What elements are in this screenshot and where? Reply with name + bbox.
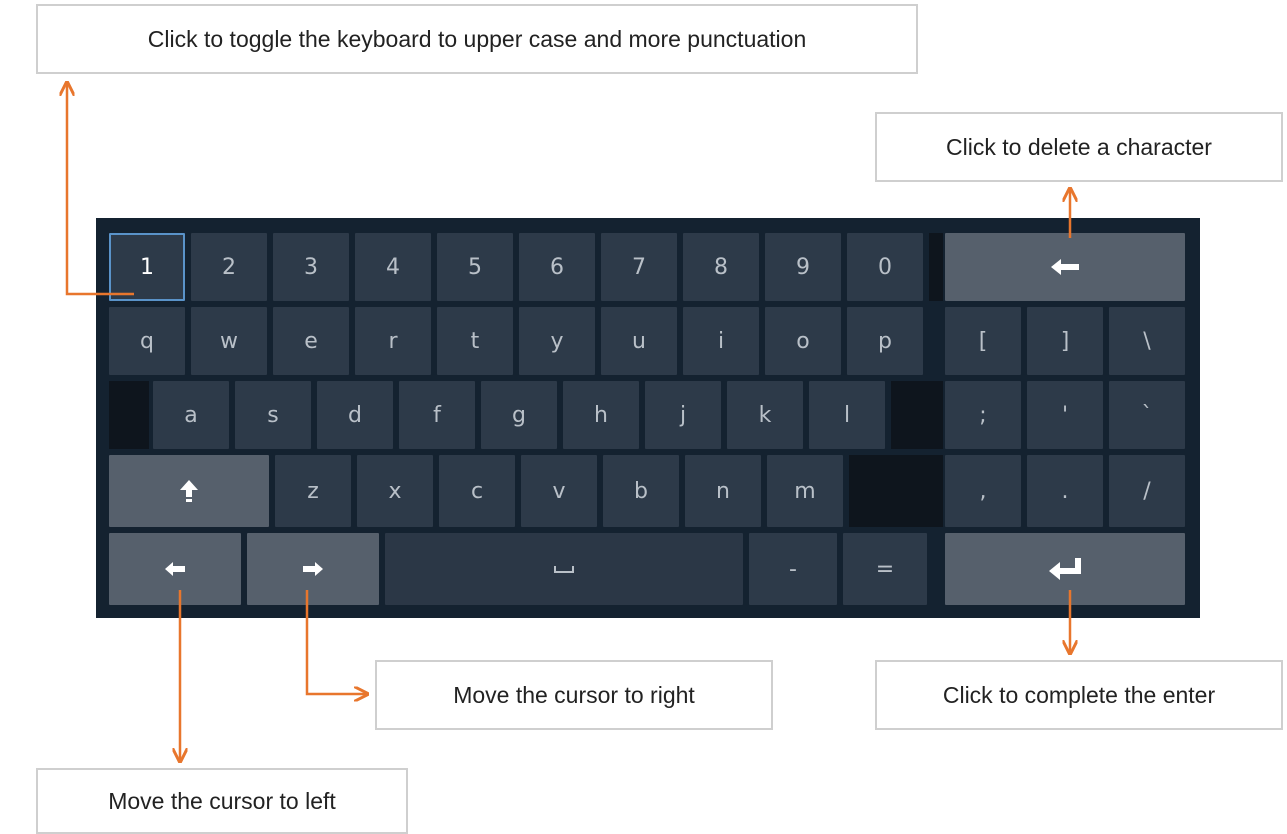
callout-connector-arrows [0,0,1287,834]
